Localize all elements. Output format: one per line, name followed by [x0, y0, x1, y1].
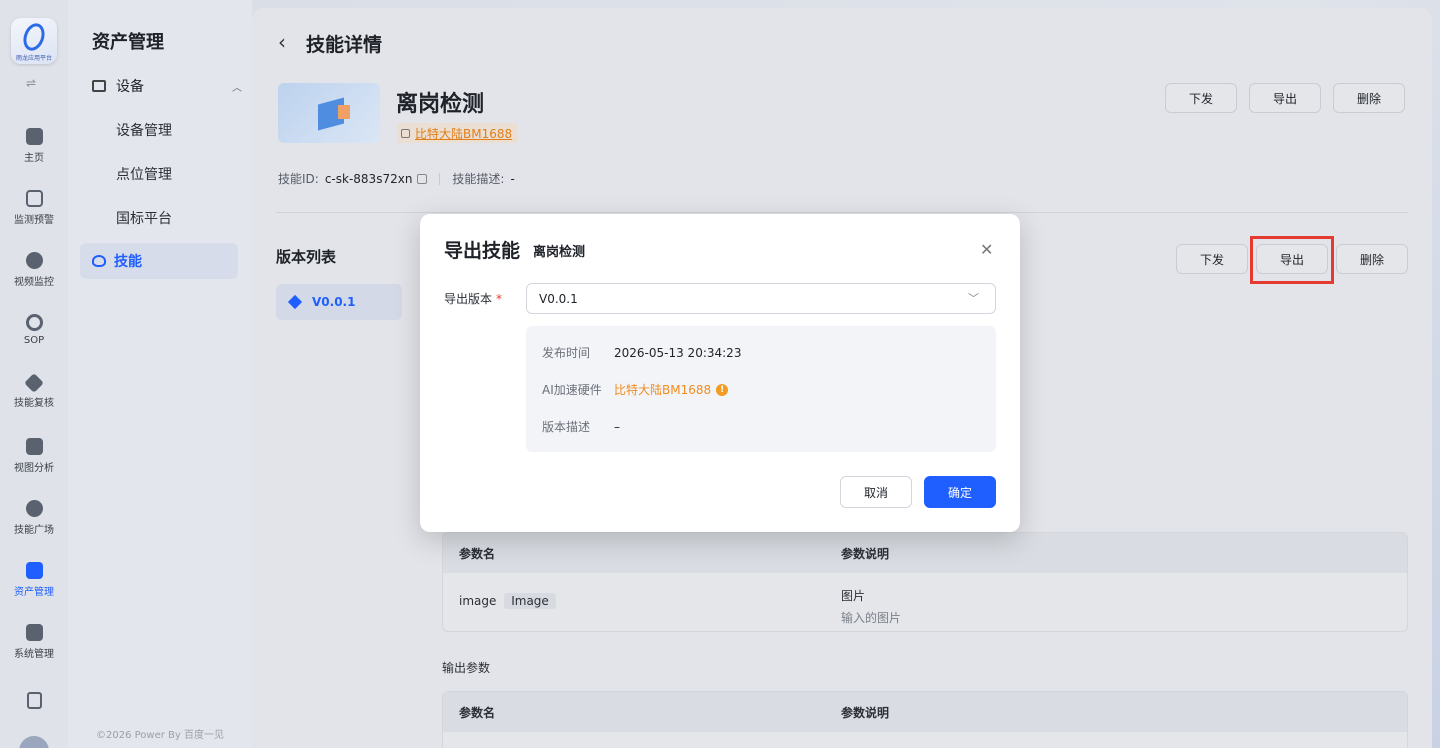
- required-mark: *: [496, 292, 503, 306]
- version-info-panel: 发布时间 2026-05-13 20:34:23 AI加速硬件 比特大陆BM16…: [526, 326, 996, 452]
- version-select[interactable]: V0.0.1 ﹀: [526, 283, 996, 314]
- dialog-subtitle: 离岗检测: [533, 245, 586, 260]
- export-version-label: 导出版本 *: [444, 292, 503, 306]
- chevron-down-icon: ﹀: [968, 292, 979, 305]
- export-skill-dialog: 导出技能 离岗检测 ✕ 导出版本 * V0.0.1 ﹀ 发布时间 2026-05-…: [420, 214, 1020, 532]
- confirm-button[interactable]: 确定: [924, 476, 996, 508]
- cancel-button[interactable]: 取消: [840, 476, 912, 508]
- info-row-publish-time: 发布时间 2026-05-13 20:34:23: [542, 345, 742, 361]
- dialog-title: 导出技能: [444, 240, 521, 262]
- warning-icon[interactable]: !: [716, 383, 729, 396]
- info-row-hardware: AI加速硬件 比特大陆BM1688 !: [542, 381, 729, 398]
- close-icon[interactable]: ✕: [980, 240, 993, 259]
- info-row-version-desc: 版本描述 –: [542, 419, 620, 435]
